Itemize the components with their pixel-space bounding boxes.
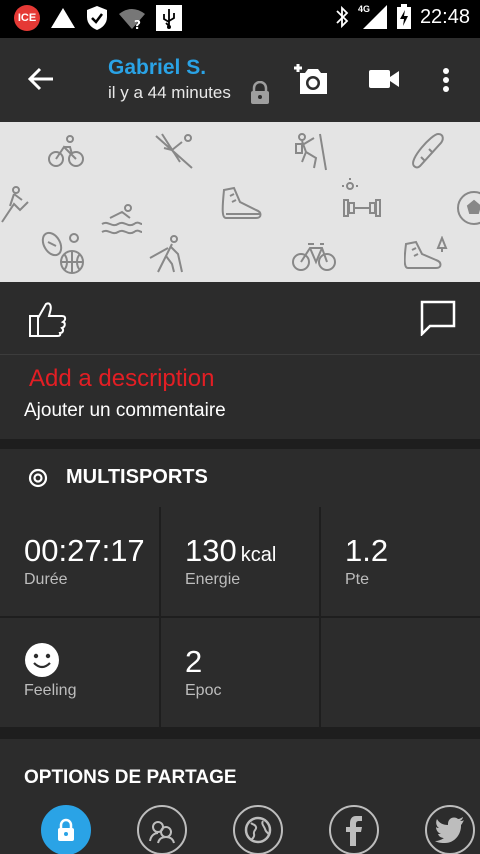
share-friends-button[interactable]	[137, 805, 187, 854]
road-bike-icon	[292, 243, 336, 271]
lock-icon	[58, 818, 74, 841]
stat-label: Epoc	[185, 682, 222, 699]
smiley-icon	[25, 643, 59, 677]
facebook-icon	[346, 816, 362, 846]
app-bar: Gabriel S. il y a 44 minutes	[0, 38, 480, 122]
stat-unit: kcal	[240, 544, 277, 566]
status-bar: ICE ? 4G 22:48	[0, 0, 480, 38]
battery-charging-icon	[396, 4, 411, 29]
comment-bubble-icon[interactable]	[420, 300, 456, 336]
running-shoe-icon	[221, 186, 262, 219]
weightlifting-icon	[342, 178, 381, 217]
share-facebook-button[interactable]	[329, 805, 379, 854]
section-divider	[0, 439, 480, 449]
stat-duration: 00:27:17 Durée	[0, 507, 159, 616]
friends-icon	[149, 821, 175, 844]
skiing-icon	[155, 133, 193, 169]
wifi-question-icon: ?	[119, 9, 145, 30]
trail-shoe-icon	[404, 236, 448, 269]
svg-text:?: ?	[134, 18, 141, 30]
sport-title: MULTISPORTS	[66, 466, 208, 488]
stat-label: Durée	[24, 571, 68, 588]
bluetooth-icon	[336, 5, 349, 29]
cycling-icon	[48, 135, 84, 167]
stats-grid: 00:27:17 Durée 130 kcal Energie 1.2 Pte F…	[0, 507, 480, 727]
clock: 22:48	[419, 5, 470, 28]
description-section: Add a description Ajouter un commentaire	[0, 355, 480, 439]
ice-app-badge: ICE	[14, 5, 40, 31]
sharing-title: OPTIONS DE PARTAGE	[24, 767, 237, 788]
stat-empty	[321, 618, 480, 727]
share-private-button[interactable]	[41, 805, 91, 854]
rugby-basketball-icon	[41, 231, 84, 274]
shield-check-icon	[87, 6, 107, 30]
share-public-button[interactable]	[233, 805, 283, 854]
multisport-icon	[28, 468, 48, 488]
private-lock-icon	[251, 81, 269, 104]
more-options-icon[interactable]	[442, 67, 450, 93]
section-divider	[0, 727, 480, 739]
sharing-options: OPTIONS DE PARTAGE	[0, 739, 480, 854]
add-description-link[interactable]: Add a description	[29, 365, 214, 393]
soccer-ball-icon	[457, 191, 480, 225]
climbing-icon	[295, 133, 327, 171]
video-camera-icon[interactable]	[368, 68, 400, 90]
share-twitter-button[interactable]	[425, 805, 475, 854]
stat-label: Feeling	[24, 682, 77, 699]
stat-value: 130 kcal	[185, 533, 277, 568]
sports-pattern-banner	[0, 122, 480, 282]
add-comment-link[interactable]: Ajouter un commentaire	[24, 400, 226, 422]
globe-icon	[244, 816, 272, 844]
back-arrow-icon[interactable]	[26, 64, 56, 94]
stat-label: Pte	[345, 571, 370, 588]
like-thumbs-up-icon[interactable]	[28, 300, 68, 338]
swimming-icon	[101, 204, 143, 235]
twitter-icon	[435, 817, 464, 843]
stat-value: 1.2	[345, 533, 389, 568]
add-photo-icon[interactable]	[292, 62, 330, 96]
stat-value: 00:27:17	[24, 533, 145, 568]
stat-label: Energie	[185, 571, 241, 588]
sport-header: MULTISPORTS	[0, 449, 480, 507]
stat-value: 2	[185, 644, 203, 679]
hiking-icon	[1, 186, 29, 223]
snowboard-icon	[412, 132, 444, 169]
user-name[interactable]: Gabriel S.	[108, 56, 206, 80]
usb-icon	[156, 5, 182, 31]
stat-energy: 130 kcal Energie	[161, 507, 319, 616]
signal-icon: 4G	[358, 4, 388, 30]
nordic-walking-icon	[149, 235, 183, 273]
network-type-label: 4G	[357, 4, 370, 14]
triangle-warning-icon	[51, 8, 75, 28]
actions-bar	[0, 282, 480, 355]
stat-epoc: 2 Epoc	[161, 618, 319, 727]
stat-pte: 1.2 Pte	[321, 507, 480, 616]
stat-feeling: Feeling	[0, 618, 159, 727]
activity-time-ago: il y a 44 minutes	[108, 83, 231, 102]
